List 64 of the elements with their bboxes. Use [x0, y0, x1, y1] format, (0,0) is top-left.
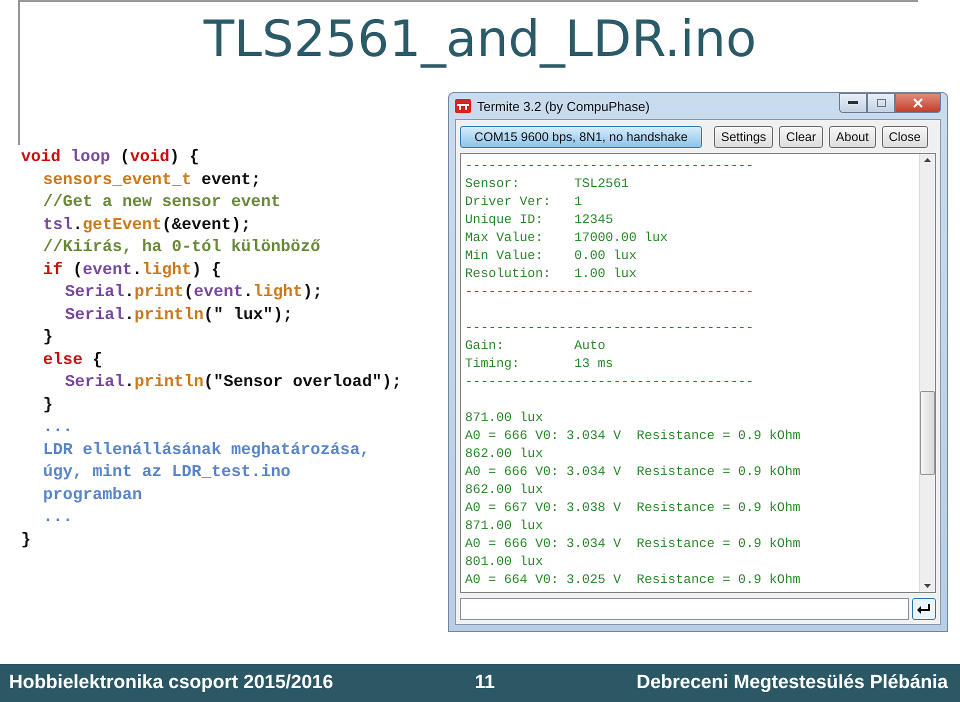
output-line: Driver Ver: 1 [465, 193, 582, 211]
scroll-up-icon[interactable] [924, 158, 931, 162]
slide-title: TLS2561_and_LDR.ino [204, 10, 756, 68]
scroll-thumb[interactable] [920, 391, 935, 475]
port-button[interactable]: COM15 9600 bps, 8N1, no handshake [460, 126, 702, 148]
maximize-button[interactable] [867, 93, 895, 113]
page-number: 11 [474, 672, 495, 694]
code-line: } [21, 528, 31, 550]
code-line: //Get a new sensor event [43, 191, 281, 213]
scroll-down-icon[interactable] [924, 584, 931, 588]
app-icon [455, 99, 471, 113]
send-button[interactable] [912, 598, 936, 620]
code-line: if (event.light) { [43, 258, 222, 280]
toolbar-button[interactable]: Close [882, 126, 928, 148]
footer-text: Debreceni Megtestesülés Plébánia [636, 672, 948, 694]
output-line: Gain: Auto [465, 337, 606, 355]
output-line: ------------------------------------- [465, 283, 754, 301]
output-line: A0 = 667 V0: 3.038 V Resistance = 0.9 kOhm [465, 499, 800, 517]
enter-icon [917, 604, 931, 614]
code-line: Serial.print(event.light); [65, 281, 322, 303]
output-line: 862.00 lux [465, 445, 544, 463]
output-line: Max Value: 17000.00 lux [465, 229, 668, 247]
toolbar-button[interactable]: Settings [714, 126, 774, 148]
output-line: Min Value: 0.00 lux [465, 247, 637, 265]
close-icon [913, 98, 923, 108]
code-line: programban [43, 484, 142, 506]
output-line: ------------------------------------- [465, 157, 754, 175]
output-line: A0 = 666 V0: 3.034 V Resistance = 0.9 kOhm [465, 427, 800, 445]
footer-text: Hobbielektronika csoport 2015/2016 [9, 672, 334, 694]
code-line: sensors_event_t event; [43, 168, 261, 190]
output-line: A0 = 666 V0: 3.034 V Resistance = 0.9 kOhm [465, 463, 800, 481]
code-line: } [43, 326, 53, 348]
code-line: LDR ellenállásának meghatározása, [43, 438, 370, 460]
output-line: 871.00 lux [465, 409, 544, 427]
input-field[interactable] [460, 598, 909, 620]
output-line: Timing: 13 ms [465, 355, 614, 373]
output-line: 871.00 lux [465, 517, 544, 535]
code-line: Serial.println("Sensor overload"); [65, 371, 402, 393]
code-line: tsl.getEvent(&event); [43, 214, 251, 236]
scrollbar[interactable] [919, 154, 935, 592]
code-line: ... [43, 506, 73, 528]
close-button[interactable] [895, 93, 941, 113]
window-title: Termite 3.2 (by CompuPhase) [477, 98, 651, 114]
code-line: } [43, 394, 53, 416]
output-line: 862.00 lux [465, 481, 544, 499]
code-line: ... [43, 416, 73, 438]
code-line: //Kiírás, ha 0-tól különböző [43, 236, 320, 258]
output-line: 801.00 lux [465, 553, 544, 571]
output-line: A0 = 664 V0: 3.025 V Resistance = 0.9 kOhm [465, 571, 800, 589]
output-line: Unique ID: 12345 [465, 211, 614, 229]
code-line: void loop (void) { [21, 146, 200, 168]
minimize-icon [848, 101, 858, 105]
output-line: Sensor: TSL2561 [465, 175, 629, 193]
output-line: ------------------------------------- [465, 319, 754, 337]
maximize-icon [876, 99, 886, 107]
code-line: úgy, mint az LDR_test.ino [43, 461, 291, 483]
toolbar-button[interactable]: About [829, 126, 876, 148]
output-line: ------------------------------------- [465, 373, 754, 391]
minimize-button[interactable] [839, 93, 867, 113]
output-line: Resolution: 1.00 lux [465, 265, 637, 283]
code-line: Serial.println(" lux"); [65, 304, 293, 326]
toolbar-button[interactable]: Clear [779, 126, 824, 148]
output-line: A0 = 666 V0: 3.034 V Resistance = 0.9 kOhm [465, 535, 800, 553]
code-line: else { [43, 348, 102, 370]
